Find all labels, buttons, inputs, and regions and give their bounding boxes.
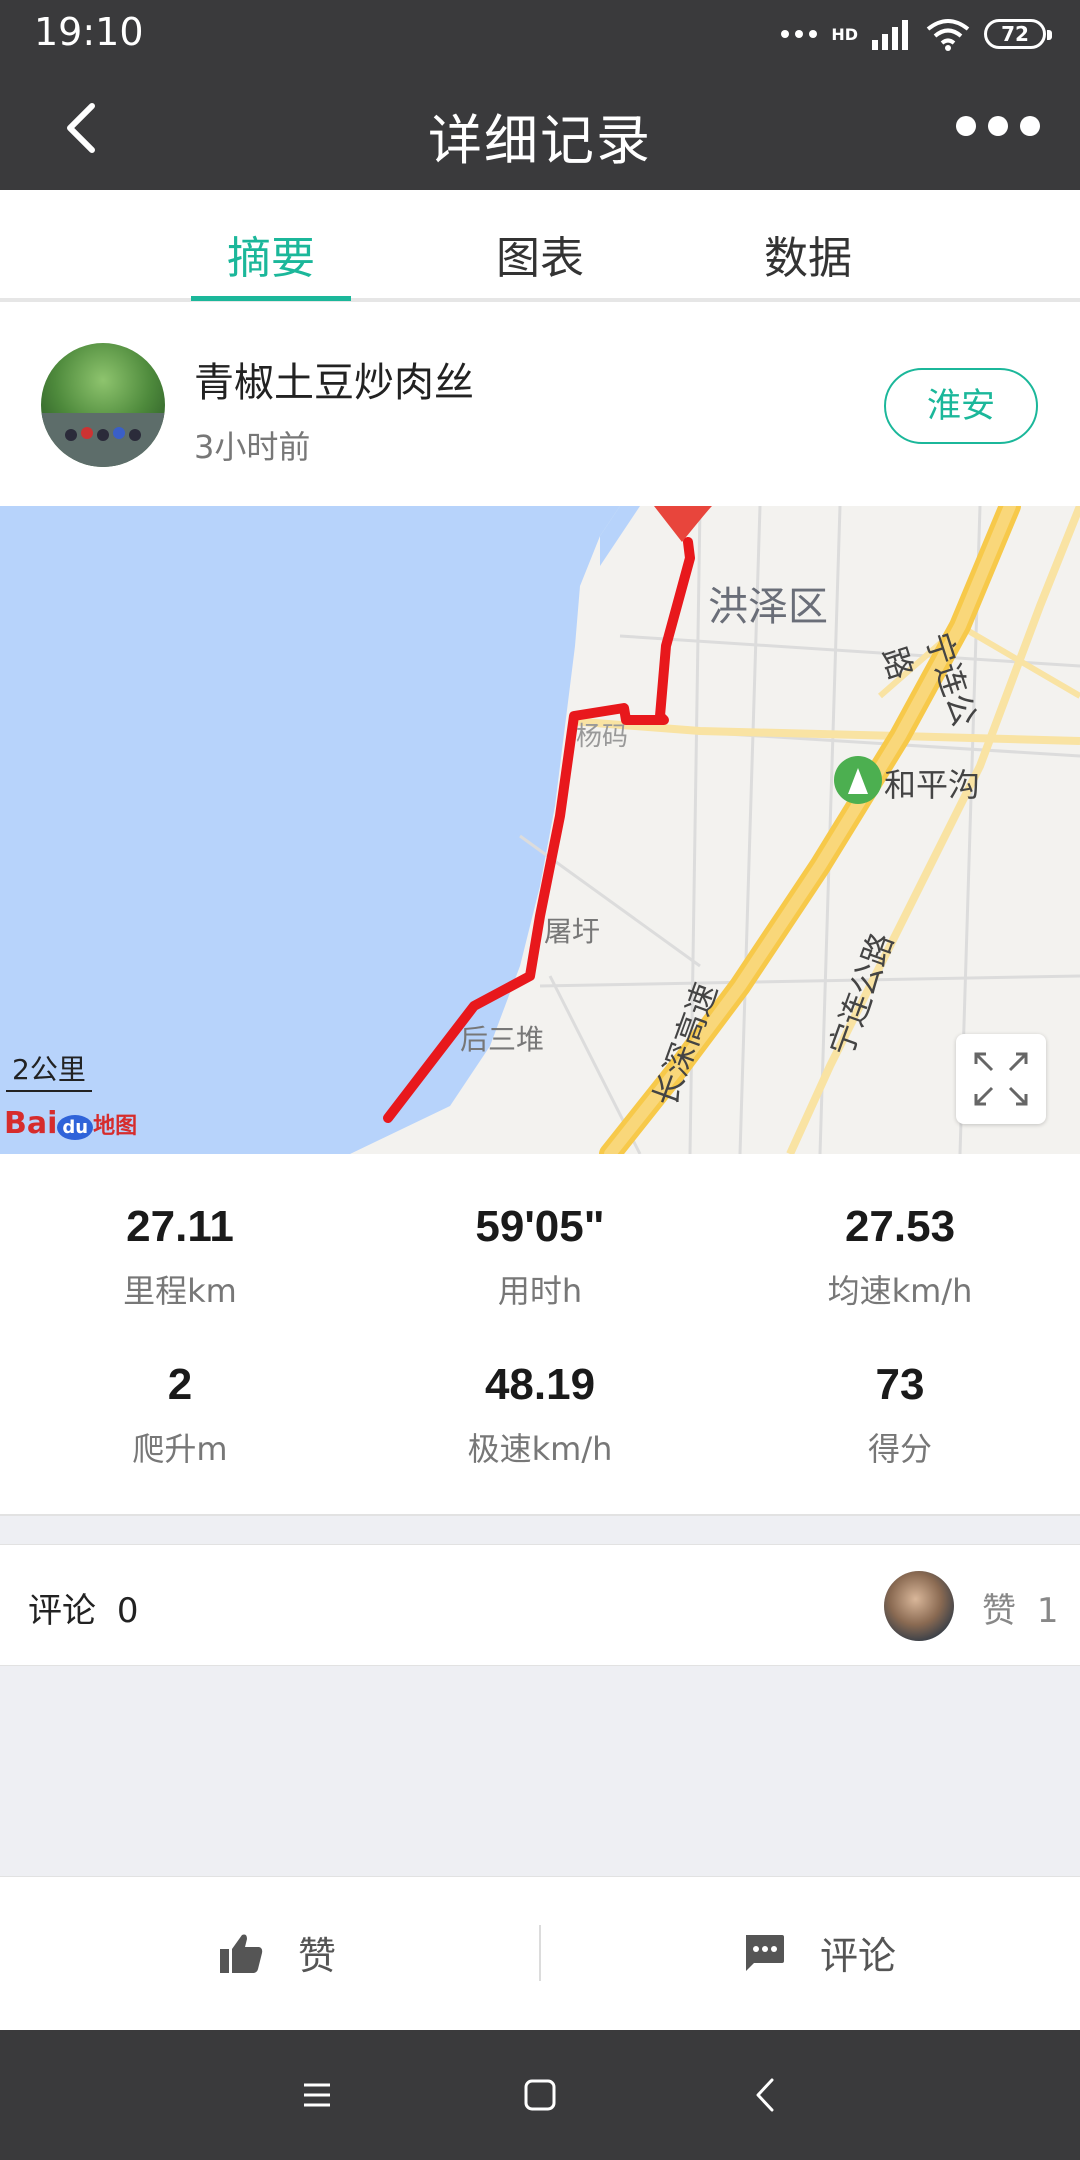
comment-count: 评论 0 — [28, 1583, 138, 1632]
more-options-icon[interactable] — [956, 116, 1040, 136]
battery-icon: 72 — [984, 19, 1052, 49]
comment-button[interactable]: 评论 — [742, 1925, 896, 1980]
stat-duration: 59'05" 用时h — [360, 1202, 720, 1312]
logo-text: Bai — [4, 1106, 58, 1141]
map-label-place: 和平沟 — [884, 766, 981, 804]
top-app-bar: 详细记录 — [0, 66, 1080, 190]
status-bar: 19:10 HD 72 — [0, 0, 1080, 66]
stat-value: 27.11 — [126, 1202, 234, 1251]
comment-icon — [746, 1934, 784, 1971]
active-tab-indicator — [191, 296, 351, 301]
ride-stats: 27.11 里程km 59'05" 用时h 27.53 均速km/h 2 爬升m… — [0, 1154, 1080, 1516]
stat-value: 2 — [167, 1360, 193, 1409]
stat-distance: 27.11 里程km — [0, 1202, 360, 1312]
user-name[interactable]: 青椒土豆炒肉丝 — [194, 350, 474, 408]
menu-icon[interactable] — [290, 2068, 344, 2122]
stat-label: 用时h — [497, 1272, 583, 1310]
map-provider-logo: Bai du 地图 — [4, 1106, 137, 1141]
signal-icon — [872, 20, 908, 50]
system-nav-bar — [0, 2030, 1080, 2160]
tab-summary[interactable]: 摘要 — [181, 222, 361, 286]
like-label: 赞 — [982, 1591, 1016, 1631]
home-icon[interactable] — [513, 2068, 567, 2122]
tab-bar: 摘要 图表 数据 — [0, 190, 1080, 302]
logo-du: du — [57, 1115, 94, 1140]
stat-label: 均速km/h — [827, 1272, 973, 1310]
like-button[interactable]: 赞 — [218, 1925, 336, 1980]
stat-label: 爬升m — [132, 1430, 228, 1468]
stat-label: 极速km/h — [467, 1430, 613, 1468]
comment-count-value: 0 — [116, 1591, 139, 1631]
battery-level: 72 — [1001, 22, 1029, 46]
like-count-value: 1 — [1036, 1591, 1059, 1631]
map-label-place: 后三堆 — [460, 1023, 545, 1056]
stat-label: 里程km — [123, 1272, 237, 1310]
like-count: 赞 1 — [982, 1583, 1058, 1632]
comments-summary-row[interactable]: 评论 0 赞 1 — [0, 1544, 1080, 1666]
comment-button-label: 评论 — [820, 1934, 897, 1978]
route-map[interactable]: 洪泽区 和平沟 屠圩 后三堆 杨码 宁连公路 长深高速 宁连公路 2公里 Bai… — [0, 506, 1080, 1154]
like-button-label: 赞 — [298, 1934, 337, 1978]
liker-avatar[interactable] — [884, 1571, 954, 1641]
tab-data[interactable]: 数据 — [718, 222, 898, 286]
bottom-action-bar: 赞 评论 — [0, 1876, 1080, 2031]
stat-label: 得分 — [867, 1430, 932, 1468]
stat-climb: 2 爬升m — [0, 1360, 360, 1470]
map-label-district: 洪泽区 — [708, 584, 828, 630]
fullscreen-button[interactable] — [956, 1034, 1046, 1124]
stat-value: 59'05" — [475, 1202, 605, 1251]
map-label-place: 屠圩 — [544, 915, 601, 948]
comment-label: 评论 — [28, 1591, 96, 1631]
map-scale: 2公里 — [6, 1048, 92, 1092]
thumbs-up-icon — [220, 1934, 263, 1973]
stat-value: 48.19 — [484, 1360, 596, 1409]
tab-charts[interactable]: 图表 — [450, 222, 630, 286]
stat-value: 27.53 — [844, 1202, 956, 1251]
status-time: 19:10 — [34, 10, 144, 54]
record-time: 3小时前 — [194, 428, 311, 466]
user-avatar[interactable] — [41, 343, 165, 467]
stat-value: 73 — [875, 1360, 925, 1409]
back-icon[interactable] — [740, 2068, 794, 2122]
status-icons: HD 72 — [781, 14, 1052, 54]
network-type: HD — [831, 24, 858, 44]
logo-suffix: 地图 — [93, 1114, 138, 1139]
action-divider — [539, 1925, 541, 1981]
map-label-place: 杨码 — [576, 722, 629, 752]
expand-icon — [974, 1052, 1028, 1106]
city-tag-button[interactable]: 淮安 — [884, 368, 1038, 444]
stat-max-speed: 48.19 极速km/h — [360, 1360, 720, 1470]
more-notifications-icon — [781, 30, 818, 38]
stat-avg-speed: 27.53 均速km/h — [720, 1202, 1080, 1312]
wifi-icon — [926, 19, 970, 51]
user-info-row: 青椒土豆炒肉丝 3小时前 淮安 — [0, 302, 1080, 506]
page-title: 详细记录 — [428, 109, 652, 172]
stat-score: 73 得分 — [720, 1360, 1080, 1470]
